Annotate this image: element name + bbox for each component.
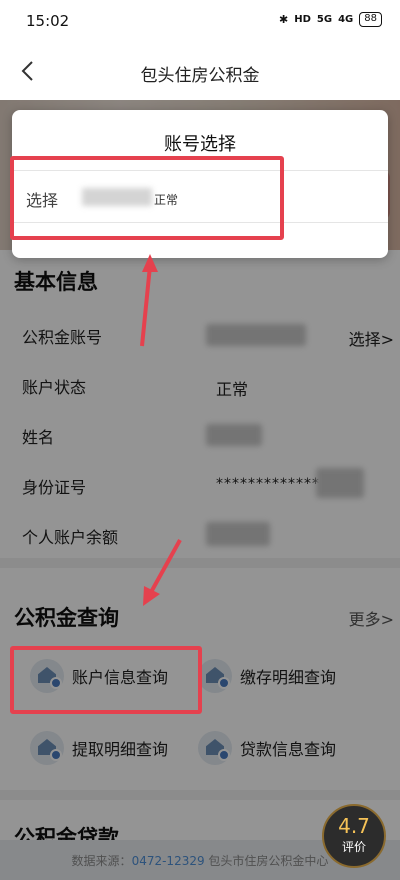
arrow-up-line <box>140 265 152 347</box>
rating-score: 4.7 <box>338 814 370 838</box>
rating-badge[interactable]: 4.7 评价 <box>322 804 386 868</box>
arrow-down-line <box>148 539 182 595</box>
rating-label: 评价 <box>341 840 366 854</box>
annotation-arrows <box>140 254 182 606</box>
arrow-up-head <box>142 254 158 272</box>
